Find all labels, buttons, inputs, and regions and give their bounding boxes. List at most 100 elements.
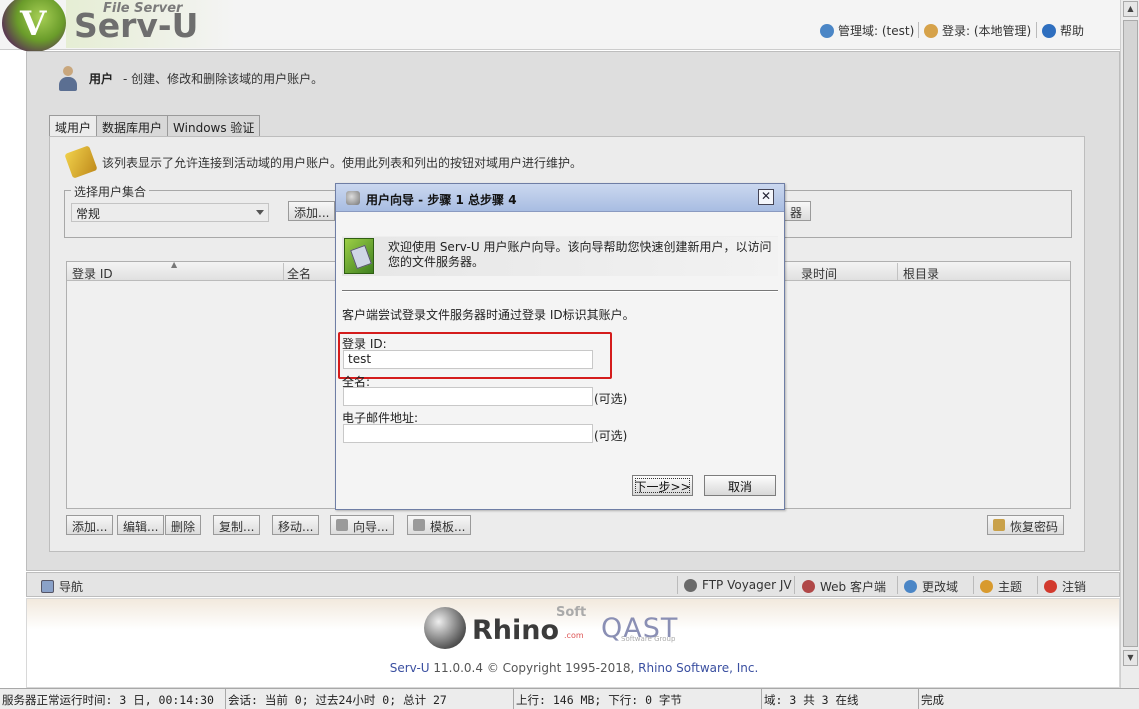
status-uptime: 服务器正常运行时间: 3 日, 00:14:30 — [0, 689, 226, 709]
delete-user-button[interactable]: 删除 — [165, 515, 202, 535]
status-sessions: 会话: 当前 0; 过去24小时 0; 总计 27 — [226, 689, 514, 709]
change-domain-link[interactable]: 更改域 — [904, 578, 958, 595]
full-name-input[interactable] — [343, 387, 593, 406]
copyright-text: 11.0.0.4 © Copyright 1995-2018, — [433, 661, 635, 675]
change-domain-label: 更改域 — [922, 580, 959, 594]
wizard-banner-icon — [344, 238, 374, 274]
edit-pen-icon — [64, 145, 98, 179]
status-state: 完成 — [921, 693, 944, 707]
theme-icon — [980, 580, 993, 593]
col-root-dir[interactable]: 根目录 — [903, 265, 939, 282]
nav-divider — [897, 576, 898, 594]
header-divider — [918, 22, 919, 38]
collection-right-button[interactable]: 器 — [783, 201, 811, 221]
rhino-com-text: .com — [564, 631, 584, 640]
add-collection-button[interactable]: 添加... — [288, 201, 336, 221]
nav-divider — [677, 576, 678, 594]
nav-grid-icon — [41, 580, 54, 593]
col-last-login[interactable]: 录时间 — [801, 265, 837, 282]
logout-label: 注销 — [1062, 580, 1087, 594]
cancel-button[interactable]: 取消 — [704, 475, 776, 496]
copyright: Serv-U 11.0.0.4 © Copyright 1995-2018, R… — [27, 661, 1121, 675]
panel-info: 该列表显示了允许连接到活动域的用户账户。使用此列表和列出的按钮对域用户进行维护。 — [64, 145, 583, 179]
template-button[interactable]: 模板... — [407, 515, 472, 535]
column-divider[interactable] — [897, 263, 898, 280]
ftp-voyager-link[interactable]: FTP Voyager JV — [684, 578, 792, 592]
help-icon — [1042, 23, 1056, 38]
page-title: 用户 — [89, 71, 114, 86]
rhino-soft-text: Soft — [556, 605, 587, 620]
login-link[interactable]: 登录: (本地管理) — [924, 22, 1031, 39]
col-login-id[interactable]: 登录 ID — [72, 265, 113, 282]
logo-serv-u: Serv-U — [74, 6, 199, 45]
nav-divider — [1037, 576, 1038, 594]
user-tabs: 域用户 数据库用户 Windows 验证 — [49, 115, 261, 137]
page-description: - 创建、修改和删除该域的用户账户。 — [123, 71, 324, 86]
tab-domain-users[interactable]: 域用户 — [49, 115, 98, 137]
footer: Rhino Soft .com QAST Software Group Serv… — [26, 598, 1120, 688]
login-id-input[interactable]: test — [343, 350, 593, 369]
help-link[interactable]: 帮助 — [1042, 22, 1084, 39]
group-legend: 选择用户集合 — [71, 183, 150, 200]
dialog-divider — [342, 290, 778, 292]
sort-asc-icon: ▲ — [171, 260, 178, 269]
copy-user-button[interactable]: 复制... — [213, 515, 261, 535]
web-client-icon — [802, 580, 815, 593]
status-bar: 服务器正常运行时间: 3 日, 00:14:30 会话: 当前 0; 过去24小… — [0, 688, 1139, 709]
wizard-button[interactable]: 向导... — [330, 515, 395, 535]
copyright-product-link[interactable]: Serv-U — [390, 661, 430, 675]
wizard-banner-text: 欢迎使用 Serv-U 用户账户向导。该向导帮助您快速创建新用户，以访问您的文件… — [388, 240, 772, 269]
page-header: 用户 - 创建、修改和删除该域的用户账户。 — [57, 64, 323, 92]
next-button[interactable]: 下一步>> — [632, 475, 693, 496]
key-icon — [993, 519, 1005, 531]
wizard-banner: 欢迎使用 Serv-U 用户账户向导。该向导帮助您快速创建新用户，以访问您的文件… — [342, 236, 778, 276]
rhino-logo: Rhino Soft .com — [424, 605, 594, 649]
copyright-company-link[interactable]: Rhino Software, Inc. — [638, 661, 758, 675]
full-name-optional: (可选) — [594, 392, 628, 406]
rhino-text: Rhino — [472, 615, 560, 646]
rhino-ball-icon — [424, 607, 466, 649]
ftp-voyager-icon — [684, 578, 697, 592]
power-icon — [1044, 580, 1057, 593]
add-user-button[interactable]: 添加... — [66, 515, 114, 535]
panel-info-text: 该列表显示了允许连接到活动域的用户账户。使用此列表和列出的按钮对域用户进行维护。 — [102, 155, 583, 170]
vertical-scrollbar[interactable]: ▲ ▼ — [1120, 0, 1139, 688]
wizard-intro-text: 客户端尝试登录文件服务器时通过登录 ID标识其账户。 — [342, 308, 635, 322]
email-optional: (可选) — [594, 429, 628, 443]
logout-link[interactable]: 注销 — [1044, 578, 1086, 595]
dialog-titlebar[interactable]: 用户向导 - 步骤 1 总步骤 4 ✕ — [336, 184, 784, 212]
dialog-title: 用户向导 - 步骤 1 总步骤 4 — [366, 193, 517, 207]
tab-database-users[interactable]: 数据库用户 — [96, 115, 169, 136]
email-input[interactable] — [343, 424, 593, 443]
web-client-link[interactable]: Web 客户端 — [802, 578, 886, 595]
bottom-navbar: 导航 FTP Voyager JV Web 客户端 更改域 主题 注销 — [26, 572, 1120, 597]
header-divider — [1036, 22, 1037, 38]
scroll-down-icon[interactable]: ▼ — [1123, 650, 1138, 666]
edit-user-button[interactable]: 编辑... — [117, 515, 165, 535]
change-domain-icon — [904, 580, 917, 593]
status-domains: 域: 3 共 3 在线 — [762, 689, 919, 709]
collection-select[interactable]: 常规 — [71, 203, 269, 222]
user-icon — [924, 23, 938, 38]
login-label: 登录: (本地管理) — [942, 24, 1032, 38]
nav-divider — [973, 576, 974, 594]
wizard-icon — [346, 191, 360, 205]
scroll-thumb[interactable] — [1123, 20, 1138, 647]
recover-password-button[interactable]: 恢复密码 — [987, 515, 1065, 535]
app-header: V File Server Serv-U 管理域: (test) 登录: (本地… — [0, 0, 1120, 52]
wizard-icon — [336, 519, 348, 531]
close-icon[interactable]: ✕ — [758, 189, 774, 205]
recover-password-label: 恢复密码 — [1010, 520, 1059, 534]
col-full-name[interactable]: 全名 — [287, 265, 311, 282]
theme-link[interactable]: 主题 — [980, 578, 1022, 595]
help-label: 帮助 — [1060, 24, 1085, 38]
move-user-button[interactable]: 移动... — [272, 515, 320, 535]
nav-toggle[interactable]: 导航 — [41, 578, 83, 595]
web-client-label: Web 客户端 — [820, 580, 886, 594]
collection-select-value: 常规 — [76, 207, 101, 221]
column-divider[interactable] — [283, 263, 284, 280]
tab-windows-auth[interactable]: Windows 验证 — [167, 115, 261, 136]
chevron-down-icon — [256, 210, 264, 215]
scroll-up-icon[interactable]: ▲ — [1123, 1, 1138, 17]
manage-domain-link[interactable]: 管理域: (test) — [820, 22, 914, 39]
